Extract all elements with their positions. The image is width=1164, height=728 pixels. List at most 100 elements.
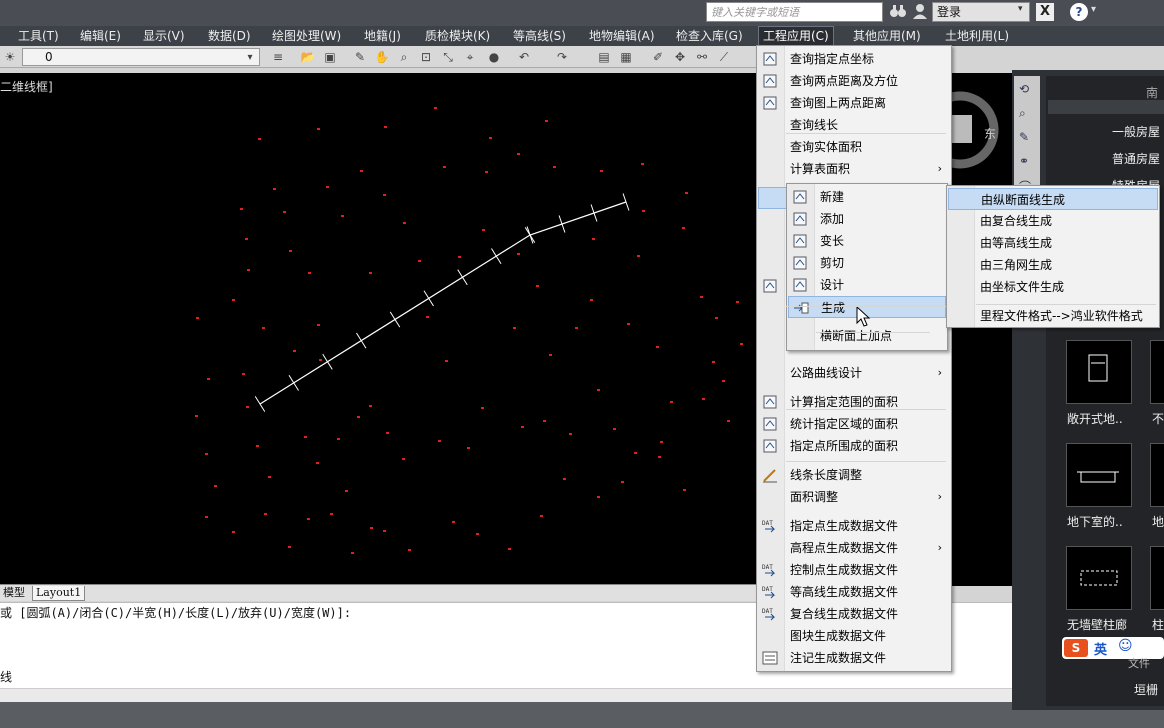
cross-section-submenu-item-0[interactable]: 新建 (788, 186, 946, 208)
survey-point (304, 436, 307, 438)
zoom-previous-icon[interactable]: ⌖ (462, 49, 478, 65)
engineering-menu-item-2[interactable]: 查询图上两点距离 (758, 92, 950, 114)
survey-point (205, 453, 208, 455)
menu-check[interactable]: 检查入库(G) (672, 27, 747, 45)
tool-edit-icon[interactable]: ✎ (1019, 130, 1035, 146)
engineering-menu-item-13[interactable]: 公路曲线设计 › (758, 362, 950, 384)
help-icon[interactable]: ? (1070, 3, 1088, 21)
tab-layout1[interactable]: Layout1 (32, 586, 86, 601)
layer-chevron-icon[interactable]: ▾ (242, 50, 258, 66)
engineering-menu-item-0[interactable]: 查询指定点坐标 (758, 48, 950, 70)
menu-landuse[interactable]: 土地利用(L) (941, 27, 1013, 45)
line-icon[interactable]: ⟋ (716, 49, 732, 65)
engineering-menu-item-1[interactable]: 查询两点距离及方位 (758, 70, 950, 92)
cross-section-submenu-item-2[interactable]: 变长 (788, 230, 946, 252)
palette-item-fence[interactable]: 垣栅 (1134, 681, 1158, 698)
move-icon[interactable]: ✥ (672, 49, 688, 65)
menu-cadastre[interactable]: 地籍(J) (360, 27, 405, 45)
menu-qc[interactable]: 质检模块(K) (421, 27, 494, 45)
palette-item-special-house[interactable]: 特殊房屋 (1046, 177, 1160, 185)
engineering-menu-item-21[interactable]: DAT 控制点生成数据文件 (758, 559, 950, 581)
menu-view[interactable]: 显示(V) (139, 27, 189, 45)
chainage-tick (389, 311, 401, 328)
menu-feature-edit[interactable]: 地物编辑(A) (585, 27, 659, 45)
login-dropdown[interactable]: 登录 (932, 2, 1030, 22)
generate-submenu-item-5[interactable]: 里程文件格式-->鸿业软件格式 (948, 305, 1158, 327)
zoom-extents-icon[interactable]: ⤡ (440, 49, 456, 65)
palette-item-general-house[interactable]: 一般房屋 (1046, 123, 1160, 140)
survey-point (540, 515, 543, 517)
menu-other[interactable]: 其他应用(M) (849, 27, 925, 45)
pan-icon[interactable]: ✋ (374, 49, 390, 65)
ime-mode[interactable]: 英 (1094, 639, 1107, 658)
menu-engineering[interactable]: 工程应用(C) (758, 26, 834, 46)
tool-link-icon[interactable]: ⚭ (1019, 154, 1035, 170)
generate-submenu-item-3[interactable]: 由三角网生成 (948, 254, 1158, 276)
layer-select[interactable]: 0 (22, 48, 260, 66)
layer-bulb-icon[interactable]: ☀ (2, 49, 18, 65)
engineering-menu-item-19[interactable]: DAT 指定点生成数据文件 (758, 515, 950, 537)
cross-section-submenu-item-3[interactable]: 剪切 (788, 252, 946, 274)
binoculars-icon[interactable] (888, 2, 908, 22)
menu-data[interactable]: 数据(D) (204, 27, 255, 45)
tool-rotate-icon[interactable]: ⟲ (1019, 82, 1035, 98)
menu-contour[interactable]: 等高线(S) (509, 27, 570, 45)
erase-icon[interactable]: ✎ (352, 49, 368, 65)
search-input[interactable]: 键入关键字或短语 (706, 2, 883, 22)
generate-submenu-item-0[interactable]: 由纵断面线生成 (948, 188, 1158, 210)
snap-icon[interactable]: ⚯ (694, 49, 710, 65)
engineering-menu-item-22[interactable]: DAT 等高线生成数据文件 (758, 581, 950, 603)
exchange-icon[interactable]: X (1036, 3, 1054, 21)
zoom-window-icon[interactable]: ⊡ (418, 49, 434, 65)
block-thumb-2[interactable] (1150, 340, 1164, 404)
linetype-icon[interactable]: ≡ (270, 49, 286, 65)
user-icon[interactable] (910, 2, 930, 22)
cross-section-submenu-item-6[interactable]: 横断面上加点 (788, 325, 946, 347)
menu-draw[interactable]: 绘图处理(W) (268, 27, 345, 45)
generate-submenu-item-4[interactable]: 由坐标文件生成 (948, 276, 1158, 298)
engineering-menu-item-18[interactable]: 面积调整 › (758, 486, 950, 508)
command-input[interactable] (0, 688, 1012, 702)
zoom-icon[interactable]: ⌕ (396, 49, 412, 65)
tool-find-icon[interactable]: ⌕ (1019, 106, 1035, 122)
generate-submenu-item-2[interactable]: 由等高线生成 (948, 232, 1158, 254)
palette-item-ordinary-house[interactable]: 普通房屋 (1046, 150, 1160, 167)
block-label-4: 地 (1152, 515, 1164, 529)
sheet-icon[interactable]: ▤ (596, 49, 612, 65)
properties-icon[interactable]: ● (486, 49, 502, 65)
generate-submenu-item-1[interactable]: 由复合线生成 (948, 210, 1158, 232)
block-thumb-4[interactable] (1150, 443, 1164, 507)
engineering-menu-item-24[interactable]: 图块生成数据文件 (758, 625, 950, 647)
engineering-menu-item-4[interactable]: 查询实体面积 (758, 136, 950, 158)
save-icon[interactable]: ▣ (322, 49, 338, 65)
block-thumb-basement[interactable] (1066, 443, 1132, 507)
engineering-menu-item-25[interactable]: 注记生成数据文件 (758, 647, 950, 669)
menu-edit[interactable]: 编辑(E) (76, 27, 125, 45)
grid-icon[interactable]: ▦ (618, 49, 634, 65)
block-thumb-6[interactable] (1150, 546, 1164, 610)
engineering-menu-item-17[interactable]: 线条长度调整 (758, 464, 950, 486)
survey-point (715, 317, 718, 319)
survey-point (597, 389, 600, 391)
survey-point (621, 481, 624, 483)
engineering-menu-item-16[interactable]: 指定点所围成的面积 (758, 435, 950, 457)
redo-icon[interactable]: ↷ (554, 49, 570, 65)
engineering-menu-item-20[interactable]: 高程点生成数据文件 › (758, 537, 950, 559)
engineering-menu-item-5[interactable]: 计算表面积 › (758, 158, 950, 180)
block-thumb-colonnade[interactable] (1066, 546, 1132, 610)
undo-icon[interactable]: ↶ (516, 49, 532, 65)
cross-section-submenu-item-4[interactable]: 设计 (788, 274, 946, 296)
open-icon[interactable]: 📂 (300, 49, 316, 65)
help-chevron-icon[interactable]: ▾ (1091, 4, 1096, 15)
tab-model[interactable]: 模型 (0, 586, 28, 601)
block-thumb-open-basement[interactable] (1066, 340, 1132, 404)
engineering-menu-item-label: 复合线生成数据文件 (790, 607, 899, 621)
menu-tools[interactable]: 工具(T) (14, 27, 63, 45)
engineering-menu-item-23[interactable]: DAT 复合线生成数据文件 (758, 603, 950, 625)
cross-section-submenu-item-1[interactable]: 添加 (788, 208, 946, 230)
engineering-menu-item-15[interactable]: 统计指定区域的面积 (758, 413, 950, 435)
survey-point (205, 516, 208, 518)
emoji-icon[interactable]: ☺ (1118, 638, 1133, 654)
pen-icon[interactable]: ✐ (650, 49, 666, 65)
profile-polyline[interactable] (259, 201, 627, 405)
